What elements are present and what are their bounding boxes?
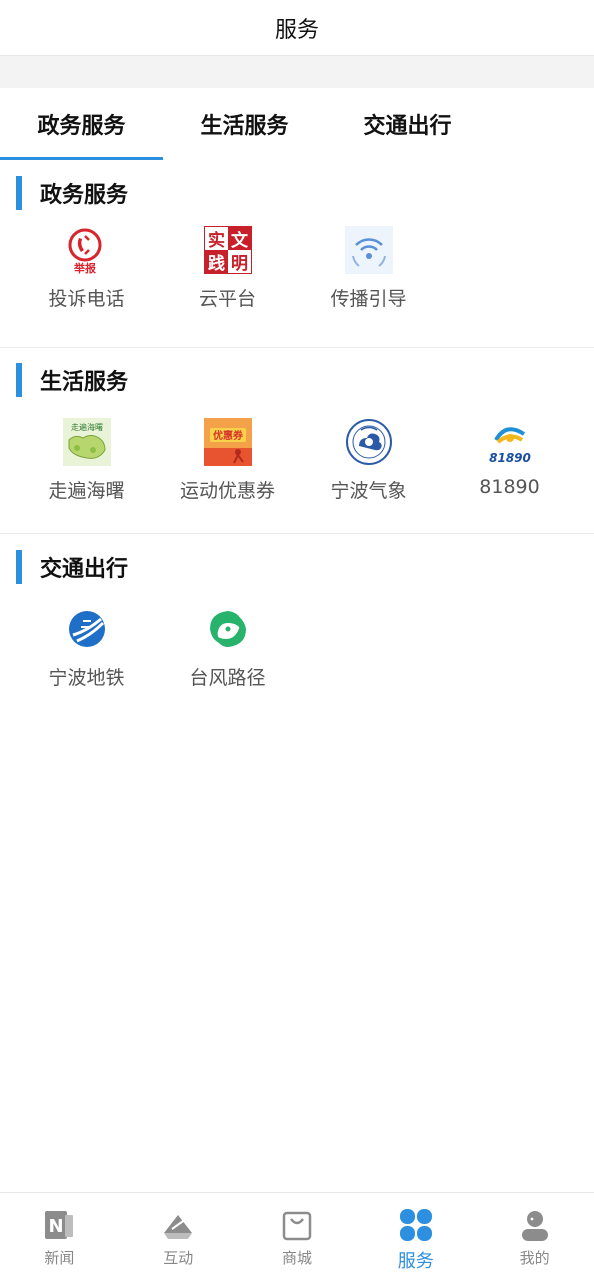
svg-text:走遍海曙: 走遍海曙: [71, 422, 103, 432]
item-ningbo-weather[interactable]: 宁波气象: [298, 418, 439, 503]
metro-icon: [63, 605, 111, 653]
svg-text:践: 践: [208, 253, 225, 274]
section-title-transport: 交通出行: [16, 550, 128, 584]
nav-label: 服务: [397, 1251, 434, 1272]
section-title-text: 交通出行: [40, 557, 129, 582]
section-title-text: 政务服务: [40, 183, 129, 208]
item-sports-coupon[interactable]: 优惠券 运动优惠券: [157, 418, 298, 503]
profile-icon: [517, 1207, 553, 1243]
item-ningbo-metro[interactable]: 宁波地铁: [16, 605, 157, 690]
nav-label: 新闻: [44, 1249, 75, 1267]
item-label: 云平台: [198, 288, 256, 310]
section-divider: [0, 533, 594, 534]
government-items: 举报 投诉电话 实 文 践 明 云平台 传播引导: [16, 226, 580, 311]
item-label: 81890: [479, 476, 540, 498]
civilization-stamp-icon: 实 文 践 明: [203, 226, 252, 274]
item-label: 宁波气象: [330, 480, 407, 502]
shop-bag-icon: [279, 1207, 315, 1243]
section-accent-bar: [16, 176, 22, 210]
item-typhoon-path[interactable]: 台风路径: [157, 605, 298, 690]
svg-text:文: 文: [231, 230, 249, 251]
item-complaint-phone[interactable]: 举报 投诉电话: [16, 226, 157, 311]
broadcast-signal-icon: [344, 226, 393, 274]
nav-profile[interactable]: 我的: [475, 1193, 594, 1281]
tab-transport[interactable]: 交通出行: [326, 88, 489, 160]
nav-label: 互动: [163, 1249, 194, 1267]
sports-coupon-icon: 优惠券: [203, 418, 252, 466]
tab-life[interactable]: 生活服务: [163, 88, 326, 160]
service-grid-icon: [398, 1207, 434, 1243]
report-phone-icon: 举报: [63, 226, 111, 274]
typhoon-icon: [204, 605, 252, 653]
item-communication-guide[interactable]: 传播引导: [298, 226, 439, 311]
section-accent-bar: [16, 363, 22, 397]
item-label: 传播引导: [330, 288, 407, 310]
nav-service[interactable]: 服务: [356, 1193, 475, 1281]
section-title-life: 生活服务: [16, 363, 128, 397]
item-cloud-platform[interactable]: 实 文 践 明 云平台: [157, 226, 298, 311]
nav-label: 我的: [519, 1249, 550, 1267]
page-title: 服务: [274, 17, 319, 43]
item-label: 投诉电话: [48, 288, 125, 310]
news-icon: N: [41, 1207, 77, 1243]
section-title-text: 生活服务: [40, 370, 129, 395]
item-label: 宁波地铁: [48, 667, 125, 689]
nav-news[interactable]: N 新闻: [0, 1193, 119, 1281]
section-title-government: 政务服务: [16, 176, 128, 210]
transport-items: 宁波地铁 台风路径: [16, 605, 580, 690]
service-81890-icon: 81890: [486, 418, 534, 466]
svg-text:实: 实: [208, 230, 225, 251]
map-tour-icon: 走遍海曙: [62, 418, 111, 466]
nav-label: 商城: [281, 1249, 312, 1267]
svg-text:N: N: [49, 1216, 64, 1237]
weather-seal-icon: [345, 418, 393, 466]
item-label: 运动优惠券: [179, 480, 275, 502]
bottom-nav: N 新闻 互动 商城 服务 我的: [0, 1192, 594, 1281]
life-items: 走遍海曙 走遍海曙 优惠券 运动优惠券 宁波气象 81890 81890: [16, 418, 580, 503]
section-accent-bar: [16, 550, 22, 584]
interaction-icon: [160, 1207, 196, 1243]
svg-text:优惠券: 优惠券: [213, 429, 244, 442]
item-81890[interactable]: 81890 81890: [439, 418, 580, 503]
nav-shop[interactable]: 商城: [238, 1193, 357, 1281]
spacer-band: [0, 56, 594, 88]
nav-interaction[interactable]: 互动: [119, 1193, 238, 1281]
section-divider: [0, 347, 594, 348]
svg-text:举报: 举报: [73, 261, 97, 274]
svg-text:81890: 81890: [489, 451, 531, 465]
item-label: 台风路径: [189, 667, 266, 689]
top-bar: 服务: [0, 0, 594, 56]
tab-government[interactable]: 政务服务: [0, 88, 163, 160]
item-haishu-tour[interactable]: 走遍海曙 走遍海曙: [16, 418, 157, 503]
service-tabs: 政务服务 生活服务 交通出行: [0, 88, 594, 160]
svg-text:明: 明: [231, 254, 248, 274]
item-label: 走遍海曙: [48, 480, 125, 502]
